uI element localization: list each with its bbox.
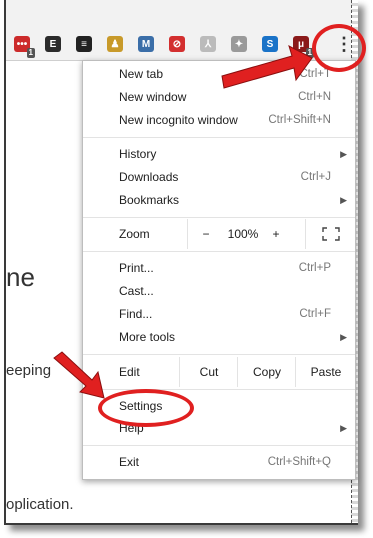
submenu-arrow-icon: ▶ (340, 194, 347, 205)
menu-item-bookmarks[interactable]: Bookmarks ▶ (83, 189, 355, 211)
acrobat-icon[interactable]: ⅄ (200, 36, 216, 52)
browser-toolbar: ••• 1 E ≡ ♟ M ⊘ ⅄ ✦ Sμ 1 ⋮ (6, 0, 358, 61)
menu-item-settings[interactable]: Settings (83, 395, 355, 417)
cut-button[interactable]: Cut (179, 357, 238, 387)
zoom-value: 100% (227, 227, 259, 241)
cut-label: Cut (199, 365, 219, 379)
extension-glyph: ⅄ (204, 38, 212, 50)
extension-glyph: M (141, 38, 151, 50)
buffer-icon[interactable]: ≡ (76, 36, 92, 52)
menu-item-new-incognito-window[interactable]: New incognito window Ctrl+Shift+N (83, 109, 355, 131)
page-heading-fragment: ne (6, 262, 35, 292)
extension-glyph: ⊘ (172, 38, 182, 50)
page-text-fragment-1: eeping (6, 362, 52, 379)
edit-row: Edit Cut Copy Paste (83, 357, 355, 387)
menu-item-find[interactable]: Find... Ctrl+F (83, 303, 355, 325)
menu-divider (83, 137, 355, 138)
extension-glyph: ♟ (110, 38, 120, 50)
mailtrack-icon[interactable]: M (138, 36, 154, 52)
menu-item-print[interactable]: Print... Ctrl+P (83, 257, 355, 279)
menu-item-shortcut: Ctrl+Shift+Q (267, 456, 331, 468)
menu-divider (83, 389, 355, 390)
paste-label: Paste (310, 365, 342, 379)
menu-item-label: Exit (119, 455, 140, 469)
minus-icon: − (202, 227, 210, 241)
menu-item-label: New window (119, 90, 187, 104)
zoom-row: Zoom − 100% + (83, 219, 355, 249)
zoom-out-button[interactable]: − (187, 219, 224, 249)
submenu-arrow-icon: ▶ (340, 422, 347, 433)
evernote-icon[interactable]: E (45, 36, 61, 52)
menu-item-label: Cast... (119, 284, 154, 298)
extension-glyph: S (266, 38, 274, 50)
menu-divider (83, 251, 355, 252)
menu-item-label: Help (119, 421, 144, 435)
submenu-arrow-icon: ▶ (340, 148, 347, 159)
menu-item-more-tools[interactable]: More tools ▶ (83, 326, 355, 348)
paste-button[interactable]: Paste (295, 357, 356, 387)
extension-glyph: E (49, 38, 57, 50)
menu-item-label: History (119, 147, 157, 161)
adblock-icon[interactable]: ⊘ (169, 36, 185, 52)
menu-item-exit[interactable]: Exit Ctrl+Shift+Q (83, 451, 355, 473)
zoom-in-button[interactable]: + (263, 219, 289, 249)
zoom-level: 100% (223, 219, 263, 249)
extension-glyph: μ (297, 38, 305, 50)
skype-icon[interactable]: S (262, 36, 278, 52)
extension-badge: 1 (26, 48, 35, 58)
chrome-menu: New tab Ctrl+T New window Ctrl+N New inc… (82, 60, 356, 480)
submenu-arrow-icon: ▶ (340, 331, 347, 342)
menu-item-label: Settings (119, 399, 163, 413)
extension-glyph: ✦ (234, 38, 244, 50)
menu-item-label: Find... (119, 307, 153, 321)
menu-item-label: More tools (119, 330, 176, 344)
menu-item-shortcut: Ctrl+N (298, 91, 331, 103)
extension-glyph: ••• (16, 38, 28, 50)
menu-divider (83, 445, 355, 446)
menu-item-label: Print... (119, 261, 154, 275)
page-text-fragment-2: oplication. (6, 496, 74, 513)
menu-item-shortcut: Ctrl+T (299, 68, 331, 80)
menu-item-history[interactable]: History ▶ (83, 143, 355, 165)
fullscreen-button[interactable] (305, 219, 356, 249)
menu-item-label: Bookmarks (119, 193, 180, 207)
edit-label: Edit (119, 365, 140, 379)
menu-item-shortcut: Ctrl+J (300, 171, 331, 183)
menu-item-label: New tab (119, 67, 164, 81)
user-lock-icon[interactable]: ♟ (107, 36, 123, 52)
menu-item-shortcut: Ctrl+P (298, 262, 331, 274)
menu-item-help[interactable]: Help ▶ (83, 417, 355, 439)
zoom-label: Zoom (119, 227, 150, 241)
menu-item-label: New incognito window (119, 113, 238, 127)
extension-icon[interactable]: ✦ (231, 36, 247, 52)
lastpass-icon[interactable]: ••• 1 (14, 36, 35, 58)
menu-item-label: Downloads (119, 170, 179, 184)
copy-label: Copy (252, 365, 281, 379)
menu-divider (83, 354, 355, 355)
extension-glyph: ≡ (81, 38, 87, 50)
menu-divider (83, 217, 355, 218)
menu-item-new-tab[interactable]: New tab Ctrl+T (83, 63, 355, 85)
ublock-icon[interactable]: μ1 (293, 36, 314, 58)
menu-item-new-window[interactable]: New window Ctrl+N (83, 86, 355, 108)
menu-item-shortcut: Ctrl+Shift+N (268, 114, 331, 126)
extension-badge: 1 (305, 48, 314, 58)
menu-item-cast[interactable]: Cast... (83, 280, 355, 302)
copy-button[interactable]: Copy (237, 357, 296, 387)
fullscreen-icon (322, 227, 340, 241)
plus-icon: + (272, 227, 280, 241)
menu-item-downloads[interactable]: Downloads Ctrl+J (83, 166, 355, 188)
menu-item-shortcut: Ctrl+F (299, 308, 331, 320)
